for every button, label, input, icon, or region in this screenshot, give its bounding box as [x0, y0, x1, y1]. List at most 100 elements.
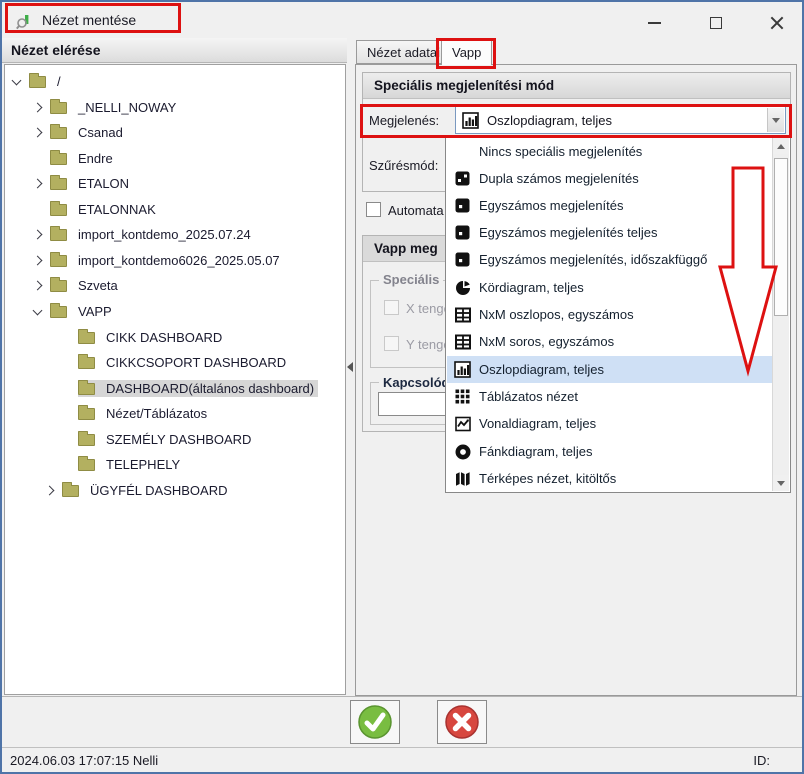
chevron-right-icon[interactable]	[32, 255, 43, 266]
tree-item[interactable]: VAPP	[5, 299, 345, 324]
dropdown-item[interactable]: Egyszámos megjelenítés	[447, 192, 773, 219]
display-label: Megjelenés:	[369, 113, 440, 128]
line-chart-icon	[454, 415, 471, 432]
table-dots-icon	[454, 388, 471, 405]
status-timestamp: 2024.06.03 17:07:15 Nelli	[10, 753, 159, 768]
maximize-button[interactable]	[701, 12, 731, 34]
dropdown-item[interactable]: NxM oszlopos, egyszámos	[447, 301, 773, 328]
ok-button[interactable]	[350, 700, 400, 744]
tree-item[interactable]: import_kontdemo6026_2025.05.07	[5, 248, 345, 273]
dropdown-item[interactable]: Kördiagram, teljes	[447, 274, 773, 301]
group-title: Speciális megjelenítési mód	[363, 73, 790, 99]
display-dropdown-list: Nincs speciális megjelenítés Dupla számo…	[445, 136, 791, 493]
automata-checkbox[interactable]	[366, 202, 381, 217]
donut-chart-icon	[454, 443, 471, 460]
tree-item[interactable]: ÜGYFÉL DASHBOARD	[5, 478, 345, 503]
display-value: Oszlopdiagram, teljes	[487, 112, 612, 128]
tree-item[interactable]: CIKKCSOPORT DASHBOARD	[5, 350, 345, 375]
x-icon	[445, 705, 479, 739]
tree-item[interactable]: TELEPHELY	[5, 452, 345, 477]
automata-label: Automata	[388, 203, 444, 218]
tree-item[interactable]: Nézet/Táblázatos	[5, 401, 345, 426]
y-axis-label: Y tenge	[406, 337, 451, 352]
divider	[2, 696, 802, 697]
folder-icon	[78, 430, 95, 446]
display-combobox[interactable]: Oszlopdiagram, teljes	[455, 106, 786, 134]
folder-icon	[62, 481, 79, 497]
tree-item[interactable]: CIKK DASHBOARD	[5, 325, 345, 350]
tree-item-selected[interactable]: DASHBOARD(általános dashboard)	[5, 376, 345, 401]
maximize-icon	[710, 17, 722, 29]
tree-item[interactable]: _NELLI_NOWAY	[5, 95, 345, 120]
tab-view-data[interactable]: Nézet adatai	[356, 40, 451, 64]
folder-tree: / _NELLI_NOWAY Csanad Endre ETALON ETALO…	[4, 64, 346, 695]
chevron-right-icon[interactable]	[32, 229, 43, 240]
tree-item[interactable]: SZEMÉLY DASHBOARD	[5, 427, 345, 452]
dropdown-item[interactable]: NxM soros, egyszámos	[447, 328, 773, 355]
folder-icon	[78, 404, 95, 420]
dropdown-item[interactable]: Egyszámos megjelenítés teljes	[447, 219, 773, 246]
x-axis-checkbox[interactable]	[384, 300, 399, 315]
window-title: Nézet mentése	[42, 12, 137, 28]
bar-chart-icon	[454, 361, 471, 378]
tree-item[interactable]: Csanad	[5, 120, 345, 145]
close-icon	[770, 16, 784, 30]
chevron-right-icon[interactable]	[32, 127, 43, 138]
tree-item[interactable]: import_kontdemo_2025.07.24	[5, 222, 345, 247]
save-view-dialog: Nézet mentése Nézet elérése / _NELLI_NOW…	[0, 0, 804, 774]
y-axis-checkbox[interactable]	[384, 336, 399, 351]
dropdown-item[interactable]: Nincs speciális megjelenítés	[447, 138, 773, 165]
splitter-collapse-icon[interactable]	[347, 362, 353, 372]
folder-icon	[50, 302, 67, 318]
status-id-label: ID:	[753, 753, 770, 768]
arrow-up-icon	[777, 143, 785, 149]
folder-icon	[50, 98, 67, 114]
folder-icon	[50, 251, 67, 267]
tree-item-root[interactable]: /	[5, 69, 345, 94]
dropdown-item-selected[interactable]: Oszlopdiagram, teljes	[447, 356, 773, 383]
folder-icon	[50, 174, 67, 190]
minimize-button[interactable]	[639, 12, 669, 34]
tree-item[interactable]: Endre	[5, 146, 345, 171]
single-number-icon	[454, 224, 471, 241]
chevron-right-icon[interactable]	[32, 102, 43, 113]
folder-icon	[78, 328, 95, 344]
folder-icon	[50, 225, 67, 241]
chevron-down-icon[interactable]	[11, 75, 22, 85]
pie-chart-icon	[454, 279, 471, 296]
chevron-down-icon	[772, 117, 780, 123]
title-bar: Nézet mentése	[2, 2, 802, 38]
dropdown-item[interactable]: Vonaldiagram, teljes	[447, 410, 773, 437]
chevron-right-icon[interactable]	[32, 178, 43, 189]
bar-chart-icon	[462, 111, 479, 129]
tree-item[interactable]: Szveta	[5, 273, 345, 298]
folder-icon	[78, 353, 95, 369]
scrollbar-thumb[interactable]	[774, 158, 788, 316]
tree-item[interactable]: ETALONNAK	[5, 197, 345, 222]
tab-vapp[interactable]: Vapp	[441, 38, 493, 65]
combobox-dropdown-button[interactable]	[767, 108, 784, 132]
folder-icon	[50, 200, 67, 216]
tree-item[interactable]: ETALON	[5, 171, 345, 196]
scroll-up-button[interactable]	[773, 138, 789, 154]
dropdown-item[interactable]: Dupla számos megjelenítés	[447, 165, 773, 192]
scroll-down-button[interactable]	[773, 475, 789, 491]
check-icon	[358, 705, 392, 739]
no-icon	[454, 143, 471, 160]
chevron-down-icon[interactable]	[32, 305, 43, 315]
dropdown-item[interactable]: Fánkdiagram, teljes	[447, 438, 773, 465]
map-icon	[454, 470, 471, 487]
chevron-right-icon[interactable]	[32, 280, 43, 291]
status-bar: 2024.06.03 17:07:15 Nelli ID:	[2, 747, 802, 772]
cancel-button[interactable]	[437, 700, 487, 744]
dropdown-item[interactable]: Táblázatos nézet	[447, 383, 773, 410]
single-number-icon	[454, 251, 471, 268]
close-button[interactable]	[762, 12, 792, 34]
folder-icon	[29, 72, 46, 88]
dropdown-item[interactable]: Térképes nézet, kitöltős	[447, 465, 773, 492]
filter-label: Szűrésmód:	[369, 158, 439, 173]
dual-number-icon	[454, 170, 471, 187]
chevron-right-icon[interactable]	[44, 485, 55, 496]
dropdown-item[interactable]: Egyszámos megjelenítés, időszakfüggő	[447, 246, 773, 273]
dropdown-scrollbar[interactable]	[772, 138, 789, 491]
